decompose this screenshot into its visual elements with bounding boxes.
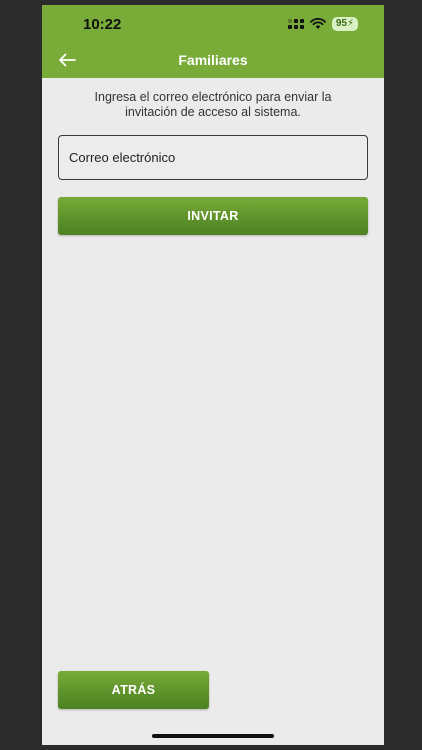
home-indicator [152, 734, 274, 738]
back-button[interactable]: ATRÁS [58, 671, 209, 709]
email-field[interactable] [59, 136, 367, 179]
invite-button[interactable]: INVITAR [58, 197, 368, 235]
battery-level: 95 [335, 18, 347, 29]
app-screen: 10:22 95⚡ Familiares Ingresa el correo e… [42, 5, 384, 745]
email-field-container [58, 135, 368, 180]
status-icons: 95⚡ [287, 17, 358, 31]
instruction-text: Ingresa el correo electrónico para envia… [94, 90, 332, 119]
signal-icon [287, 19, 304, 29]
status-time: 10:22 [83, 16, 122, 33]
app-header: 10:22 95⚡ Familiares [42, 5, 384, 78]
page-title: Familiares [178, 52, 248, 68]
battery-icon: 95⚡ [331, 17, 358, 31]
wifi-icon [309, 18, 326, 29]
